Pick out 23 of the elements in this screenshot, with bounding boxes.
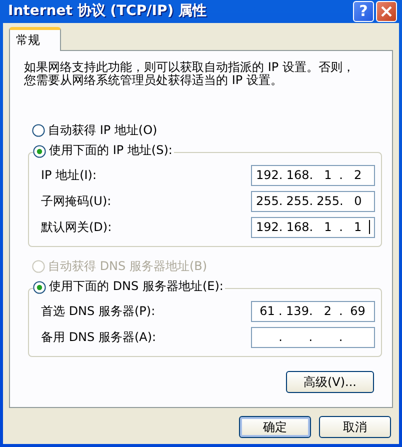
close-button[interactable] <box>376 1 397 22</box>
ip-address-field[interactable]: . . . <box>251 326 375 348</box>
field-label: 备用 DNS 服务器(A): <box>41 329 158 346</box>
field-label: 默认网关(D): <box>41 219 113 236</box>
ip-address-field[interactable]: 61 . 139. 2 . 69 <box>251 300 375 322</box>
field-label: 子网掩码(U): <box>41 193 112 210</box>
ip-address-field[interactable]: 192. 168. 1 . 1 <box>251 216 375 238</box>
field-label: IP 地址(I): <box>41 167 98 184</box>
window-title: Internet 协议 (TCP/IP) 属性 <box>8 2 208 21</box>
ip-address-field[interactable]: 255. 255. 255. 0 <box>251 190 375 212</box>
radio-option[interactable]: 使用下面的 DNS 服务器地址(E): <box>33 279 224 295</box>
field-label: 首选 DNS 服务器(P): <box>41 303 156 320</box>
help-button[interactable]: ? <box>353 1 374 22</box>
ok-button[interactable]: 确定 <box>239 416 311 438</box>
cancel-button[interactable]: 取消 <box>319 416 391 438</box>
description-text: 您需要从网络系统管理员处获得适当的 IP 设置。 <box>24 74 284 88</box>
ip-address-field[interactable]: 192. 168. 1 . 2 <box>251 164 375 186</box>
radio-option[interactable]: 自动获得 IP 地址(O) <box>32 121 158 140</box>
close-icon <box>381 6 392 17</box>
advanced-button[interactable]: 高级(V)... <box>286 371 374 394</box>
tab[interactable]: 常规 <box>9 27 61 51</box>
description-text: 如果网络支持此功能，则可以获取自动指派的 IP 设置。否则， <box>24 61 356 74</box>
radio-option[interactable]: 使用下面的 IP 地址(S): <box>33 143 172 159</box>
